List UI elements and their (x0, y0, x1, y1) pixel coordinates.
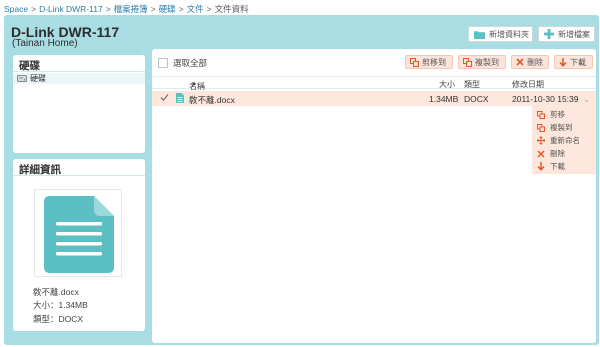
file-list-panel: 選取全部 剪移到 複製到 刪除 下載 名稱 ▲ 大小 類型 修改日期 敎不離.d… (152, 49, 596, 343)
download-icon (537, 162, 545, 171)
file-table-header: 名稱 ▲ 大小 類型 修改日期 (152, 76, 596, 91)
detail-type-label: 類型： (33, 314, 59, 324)
plus-icon (544, 29, 554, 39)
move-icon (537, 110, 545, 119)
menu-item-download[interactable]: 下載 (532, 160, 596, 173)
file-preview (34, 189, 122, 277)
download-icon (559, 57, 567, 67)
disk-panel-header: 硬碟 (13, 55, 145, 72)
detail-file-size: 大小：1.34MB (33, 299, 88, 311)
breadcrumb-separator: > (105, 4, 111, 14)
column-modified[interactable]: 修改日期 (512, 79, 544, 90)
device-subtitle: (Tainan Home) (12, 38, 78, 49)
breadcrumb-disk[interactable]: 硬碟 (159, 4, 176, 14)
new-file-button[interactable]: 新增檔案 (538, 26, 595, 42)
download-button[interactable]: 下載 (554, 55, 593, 69)
table-row[interactable]: 敎不離.docx 1.34MB DOCX 2011-10-30 15:39 ⌄ (152, 91, 596, 106)
select-all-label: 選取全部 (173, 58, 208, 68)
drive-icon (17, 75, 27, 82)
copy-to-button[interactable]: 複製到 (458, 55, 506, 69)
copy-icon (537, 123, 545, 132)
detail-file-type: 類型：DOCX (33, 313, 83, 325)
menu-item-rename[interactable]: 重新命名 (532, 134, 596, 147)
column-type[interactable]: 類型 (464, 79, 480, 90)
details-panel-header: 詳細資訊 (13, 159, 145, 176)
move-to-button[interactable]: 剪移到 (405, 55, 453, 69)
folder-icon (474, 30, 485, 39)
rename-icon (537, 136, 545, 145)
breadcrumb-separator: > (178, 4, 184, 14)
menu-item-label: 下載 (550, 162, 565, 171)
copy-icon (463, 57, 472, 67)
delete-label: 刪除 (527, 57, 543, 67)
column-size[interactable]: 大小 (439, 79, 455, 90)
delete-icon (537, 149, 545, 158)
menu-item-move[interactable]: 剪移 (532, 108, 596, 121)
breadcrumb-separator: > (150, 4, 156, 14)
menu-item-delete[interactable]: 刪除 (532, 147, 596, 160)
new-file-label: 新增檔案 (558, 29, 590, 39)
menu-item-copy[interactable]: 複製到 (532, 121, 596, 134)
file-size: 1.34MB (429, 94, 459, 104)
menu-item-label: 重新命名 (550, 136, 580, 145)
new-folder-label: 新增資料夾 (489, 29, 529, 39)
document-icon (176, 93, 184, 105)
delete-button[interactable]: 刪除 (511, 55, 549, 69)
breadcrumb-file-manager[interactable]: 檔案捲簿 (114, 4, 148, 14)
select-all[interactable]: 選取全部 (158, 57, 207, 69)
sort-ascending-icon: ▲ (191, 81, 197, 87)
checkmark-icon[interactable] (160, 93, 169, 104)
download-label: 下載 (570, 57, 586, 67)
copy-to-label: 複製到 (475, 57, 499, 67)
chevron-down-icon[interactable]: ⌄ (583, 94, 590, 105)
breadcrumb-current-folder: 文件資料 (214, 4, 249, 14)
file-type: DOCX (464, 94, 489, 104)
file-name[interactable]: 敎不離.docx (189, 94, 235, 106)
breadcrumb-documents[interactable]: 文件 (187, 4, 204, 14)
details-panel: 詳細資訊 敎不離.docx 大小：1.34MB 類型：DOCX (13, 159, 145, 331)
breadcrumb-separator: > (206, 4, 212, 14)
select-all-checkbox[interactable] (158, 58, 168, 68)
document-icon (44, 196, 114, 273)
breadcrumb-separator: > (31, 4, 37, 14)
file-modified: 2011-10-30 15:39 (512, 94, 579, 104)
disk-panel: 硬碟 硬碟 (13, 55, 145, 153)
detail-file-name: 敎不離.docx (33, 287, 79, 297)
delete-icon (516, 58, 524, 66)
breadcrumb-device[interactable]: D-Link DWR-117 (39, 4, 103, 14)
menu-item-label: 刪除 (550, 149, 565, 158)
breadcrumb-space[interactable]: Space (4, 4, 28, 14)
menu-item-label: 剪移 (550, 110, 565, 119)
detail-size-value: 1.34MB (58, 300, 88, 310)
detail-size-label: 大小： (33, 300, 59, 310)
move-icon (410, 57, 419, 67)
breadcrumb: Space > D-Link DWR-117 > 檔案捲簿 > 硬碟 > 文件 > 文件資料 (4, 3, 249, 15)
new-folder-button[interactable]: 新增資料夾 (468, 26, 533, 42)
detail-type-value: DOCX (58, 314, 84, 324)
tree-item-disk[interactable]: 硬碟 (13, 73, 145, 84)
tree-item-label: 硬碟 (30, 74, 46, 83)
row-context-menu: 剪移 複製到 重新命名 刪除 下載 (532, 106, 596, 174)
menu-item-label: 複製到 (550, 123, 573, 132)
move-to-label: 剪移到 (422, 57, 446, 67)
